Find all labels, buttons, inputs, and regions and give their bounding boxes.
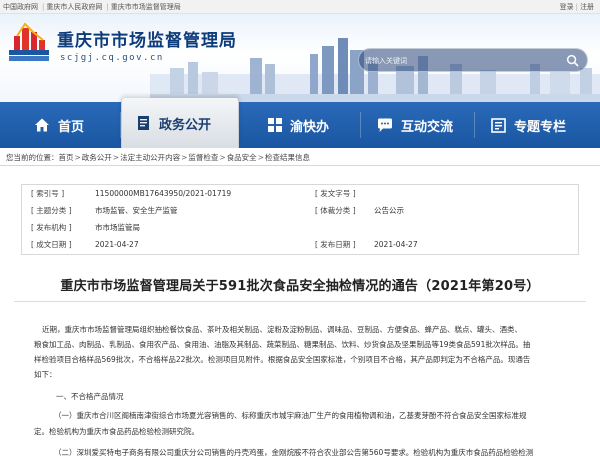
breadcrumb-item-results[interactable]: 检查结果信息 bbox=[265, 153, 310, 162]
published-date-label: [ 发布日期 ] bbox=[315, 240, 356, 249]
type-value: 公告公示 bbox=[374, 206, 404, 215]
nav-label-home: 首页 bbox=[58, 119, 85, 135]
main-nav: 首页 政务公开 渝快办 互动交流 专题专栏 bbox=[0, 98, 600, 148]
top-links: 中国政府网 | 重庆市人民政府网 | 重庆市市场监督管理局 bbox=[3, 3, 181, 11]
register-link[interactable]: 注册 bbox=[580, 3, 594, 11]
paragraph-line: 如下： bbox=[34, 370, 57, 379]
site-logo-icon bbox=[9, 22, 49, 61]
org-label: [ 发布机构 ] bbox=[31, 223, 72, 232]
info-row: [ 索引号 ] 11500000MB17643950/2021-01719 [ … bbox=[22, 187, 578, 201]
search-box bbox=[358, 48, 588, 72]
breadcrumb-separator: > bbox=[257, 153, 264, 162]
document-icon bbox=[138, 116, 149, 130]
top-utility-bar: 中国政府网 | 重庆市人民政府网 | 重庆市市场监督管理局 登录 | 注册 bbox=[0, 0, 600, 14]
info-row: [ 发布机构 ] 市市场监管局 bbox=[22, 221, 578, 235]
paragraph-line: 粮食加工品、肉制品、乳制品、食用农产品、食用油、油脂及其制品、蔬菜制品、糖果制品… bbox=[34, 340, 531, 349]
info-row: [ 成文日期 ] 2021-04-27 [ 发布日期 ] 2021-04-27 bbox=[22, 238, 578, 252]
grid-icon bbox=[268, 118, 282, 132]
document-info-table: [ 索引号 ] 11500000MB17643950/2021-01719 [ … bbox=[21, 184, 579, 255]
login-link[interactable]: 登录 bbox=[560, 3, 574, 11]
info-row: [ 主题分类 ] 市场监管、安全生产监管 [ 体裁分类 ] 公告公示 bbox=[22, 204, 578, 218]
paragraph-line: 样检验项目合格样品569批次，不合格样品22批次。检测项目见附件。根据食品安全国… bbox=[34, 355, 531, 364]
site-title: 重庆市市场监督管理局 bbox=[57, 31, 237, 51]
site-header: 重庆市市场监督管理局 scjgj.cq.gov.cn bbox=[0, 14, 600, 102]
breadcrumb-item-home[interactable]: 首页 bbox=[59, 153, 74, 162]
section-heading: 一、不合格产品情况 bbox=[56, 392, 124, 401]
breadcrumb-separator: > bbox=[74, 153, 81, 162]
created-date-value: 2021-04-27 bbox=[95, 240, 139, 249]
search-icon[interactable] bbox=[566, 54, 579, 67]
org-value: 市市场监管局 bbox=[95, 223, 140, 232]
divider bbox=[0, 165, 600, 166]
nav-divider bbox=[360, 112, 361, 138]
index-value: 11500000MB17643950/2021-01719 bbox=[95, 189, 232, 198]
account-links: 登录 | 注册 bbox=[559, 3, 594, 11]
paragraph-line: （二）深圳爱买特电子商务有限公司重庆分公司销售的丹壳鸡蛋，金刚烷胺不符合农业部公… bbox=[54, 448, 534, 457]
search-input[interactable] bbox=[365, 52, 555, 69]
published-date-value: 2021-04-27 bbox=[374, 240, 418, 249]
link-scjgj[interactable]: 重庆市市场监督管理局 bbox=[111, 3, 181, 11]
breadcrumb-item-food-safety[interactable]: 食品安全 bbox=[227, 153, 257, 162]
breadcrumb-separator: > bbox=[112, 153, 120, 162]
breadcrumb-item-gov-affairs[interactable]: 政务公开 bbox=[82, 153, 112, 162]
paragraph-line: （一）重庆市合川区阁楠南津街综合市场夏光容销售的、标称重庆市城宇麻油厂生产的食用… bbox=[54, 411, 527, 420]
nav-divider bbox=[474, 112, 475, 138]
nav-label-yukuaiban: 渝快办 bbox=[290, 119, 330, 135]
site-domain: scjgj.cq.gov.cn bbox=[60, 53, 164, 63]
breadcrumb-separator: > bbox=[181, 153, 188, 162]
index-label: [ 索引号 ] bbox=[31, 189, 65, 198]
nav-label-interaction: 互动交流 bbox=[401, 119, 454, 135]
nav-item-interaction[interactable]: 互动交流 bbox=[377, 102, 453, 148]
subject-label: [ 主题分类 ] bbox=[31, 206, 72, 215]
breadcrumb: 您当前的位置：首页>政务公开>法定主动公开内容>监督检查>食品安全>检查结果信息 bbox=[6, 152, 310, 163]
topic-icon bbox=[491, 117, 506, 133]
link-gov-cn[interactable]: 中国政府网 bbox=[3, 3, 38, 11]
link-cq-gov[interactable]: 重庆市人民政府网 bbox=[46, 3, 102, 11]
divider bbox=[14, 301, 586, 302]
nav-item-gov-affairs[interactable]: 政务公开 bbox=[121, 98, 239, 148]
breadcrumb-item-supervision[interactable]: 监督检查 bbox=[188, 153, 218, 162]
breadcrumb-prefix: 您当前的位置： bbox=[6, 153, 59, 162]
nav-label-topics: 专题专栏 bbox=[514, 119, 567, 135]
nav-item-topics[interactable]: 专题专栏 bbox=[491, 102, 566, 148]
home-icon bbox=[35, 118, 49, 132]
article-title: 重庆市市场监督管理局关于591批次食品安全抽检情况的通告（2021年第20号） bbox=[60, 279, 540, 294]
type-label: [ 体裁分类 ] bbox=[315, 206, 356, 215]
paragraph-line: 定。检验机构为重庆市食品药品检验检测研究院。 bbox=[34, 427, 199, 436]
subject-value: 市场监管、安全生产监管 bbox=[95, 206, 178, 215]
created-date-label: [ 成文日期 ] bbox=[31, 240, 72, 249]
breadcrumb-item-statutory[interactable]: 法定主动公开内容 bbox=[120, 153, 180, 162]
nav-item-home[interactable]: 首页 bbox=[34, 102, 84, 148]
paragraph-line: 近期，重庆市市场监督管理局组织抽检餐饮食品、茶叶及相关制品、淀粉及淀粉制品、调味… bbox=[42, 325, 522, 334]
breadcrumb-separator: > bbox=[219, 153, 226, 162]
chat-icon bbox=[378, 118, 392, 132]
nav-item-yukuaiban[interactable]: 渝快办 bbox=[268, 102, 329, 148]
nav-label-gov-affairs: 政务公开 bbox=[159, 117, 212, 133]
